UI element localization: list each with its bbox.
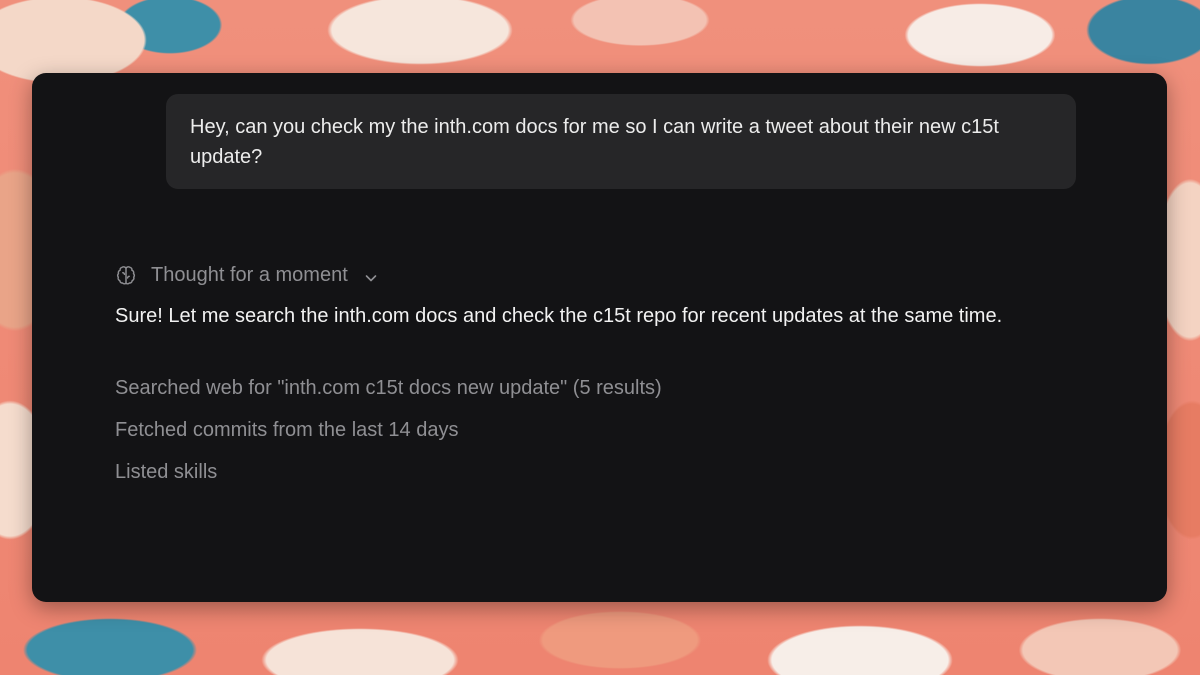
tool-step-list-skills[interactable]: Listed skills <box>115 458 217 486</box>
thought-toggle[interactable]: Thought for a moment <box>115 260 378 290</box>
chat-window: Hey, can you check my the inth.com docs … <box>32 73 1167 602</box>
user-message-bubble: Hey, can you check my the inth.com docs … <box>166 94 1076 189</box>
tool-step-fetch-commits[interactable]: Fetched commits from the last 14 days <box>115 416 458 444</box>
assistant-message-text: Sure! Let me search the inth.com docs an… <box>115 305 1003 327</box>
tool-step-web-search[interactable]: Searched web for "inth.com c15t docs new… <box>115 374 662 402</box>
thought-label: Thought for a moment <box>151 263 348 286</box>
chevron-down-icon[interactable] <box>364 268 378 282</box>
brain-icon <box>115 264 137 286</box>
user-message-text: Hey, can you check my the inth.com docs … <box>190 116 999 168</box>
